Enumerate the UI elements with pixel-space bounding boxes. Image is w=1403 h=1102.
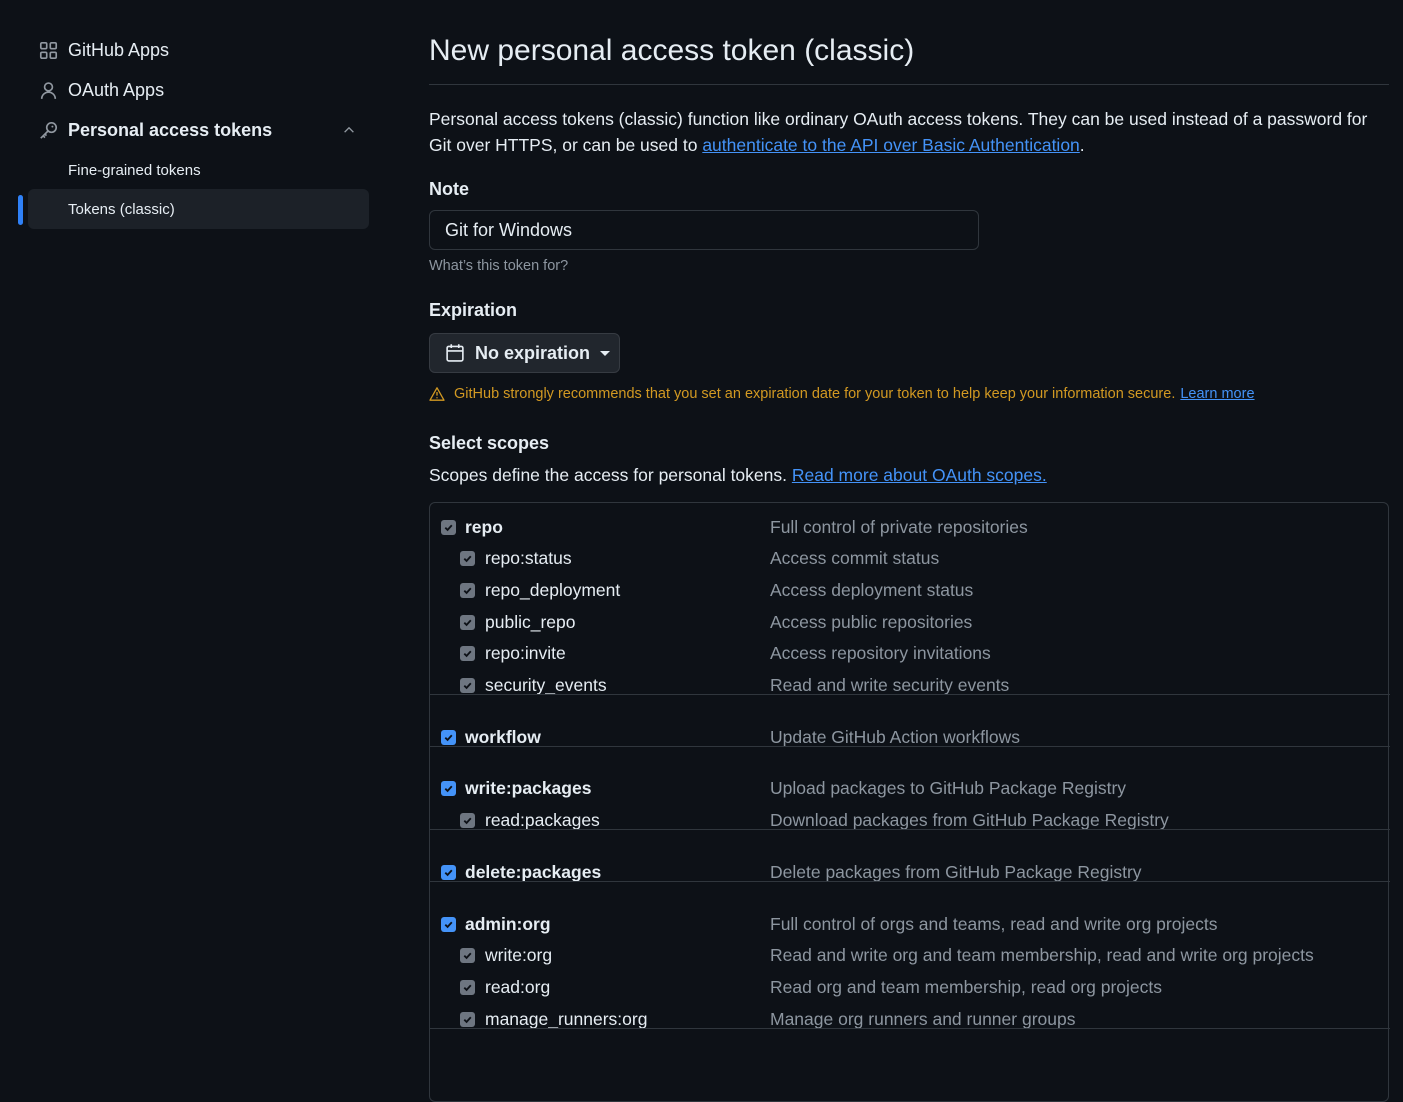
scope-name: public_repo [485, 611, 576, 632]
settings-sidebar: GitHub Apps OAuth Apps Personal access t… [0, 0, 400, 1052]
scope-name: repo:status [485, 548, 572, 569]
scope-description: Access public repositories [770, 611, 973, 632]
scope-name: write:org [485, 945, 553, 966]
scope-checkbox[interactable] [441, 781, 456, 797]
scope-name: repo_deployment [485, 579, 621, 600]
scope-name: repo [465, 516, 503, 537]
sidebar-item-label: Personal access tokens [68, 119, 273, 140]
scope-checkbox[interactable] [441, 519, 456, 535]
scope-row: read:packages Download packages from GitH… [430, 805, 1390, 837]
scope-checkbox[interactable] [460, 582, 475, 598]
title-divider [429, 84, 1389, 85]
scope-row: read:org Read org and team membership, re… [430, 971, 1390, 1003]
scope-row: repo:status Access commit status [430, 543, 1390, 575]
scope-description: Full control of private repositories [770, 516, 1028, 537]
warning-text: GitHub strongly recommends that you set … [454, 386, 1176, 402]
sidebar-item-oauth-apps[interactable]: OAuth Apps [28, 70, 369, 110]
page-title: New personal access token (classic) [429, 34, 915, 67]
scope-description: Access commit status [770, 548, 940, 569]
expiration-value: No expiration [475, 342, 591, 363]
scope-description: Access repository invitations [770, 643, 991, 664]
calendar-icon [446, 344, 464, 362]
note-input[interactable] [429, 210, 979, 250]
chevron-up-icon[interactable] [329, 123, 369, 137]
caret-down-icon [600, 350, 611, 356]
scope-checkbox[interactable] [460, 1011, 475, 1027]
expiration-label: Expiration [429, 300, 518, 320]
sidebar-item-label: GitHub Apps [68, 39, 170, 60]
sidebar-item-label: Tokens (classic) [68, 200, 175, 218]
learn-more-link[interactable]: Learn more [1180, 386, 1254, 402]
scope-name: manage_runners:org [485, 1008, 648, 1029]
scope-checkbox[interactable] [460, 813, 475, 829]
scope-checkbox[interactable] [441, 864, 456, 880]
scope-name: repo:invite [485, 643, 566, 664]
scope-checkbox[interactable] [460, 551, 475, 567]
scopes-description: Scopes define the access for personal to… [429, 465, 1047, 486]
scope-checkbox[interactable] [460, 979, 475, 995]
scope-name: read:packages [485, 810, 600, 831]
scope-description: Read and write org and team membership, … [770, 945, 1314, 966]
scope-row: write:org Read and write org and team mem… [430, 940, 1390, 972]
scope-checkbox[interactable] [441, 916, 456, 932]
scope-row: manage_runners:org Manage org runners and… [430, 1003, 1390, 1035]
scope-group-divider [430, 829, 1390, 831]
scope-name: admin:org [465, 913, 551, 934]
scope-name: delete:packages [465, 861, 602, 882]
scope-row: repo_deployment Access deployment status [430, 574, 1390, 606]
scope-checkbox[interactable] [460, 678, 475, 693]
scope-row: security_events Read and write security e… [430, 670, 1390, 702]
scope-name: workflow [465, 726, 541, 747]
scopes-desc-text: Scopes define the access for personal to… [429, 465, 792, 485]
scope-checkbox[interactable] [460, 646, 475, 662]
apps-grid-icon [28, 41, 68, 60]
scope-description: Full control of orgs and teams, read and… [770, 913, 1218, 934]
scope-description: Update GitHub Action workflows [770, 726, 1020, 747]
note-hint: What’s this token for? [429, 258, 569, 274]
scope-description: Manage org runners and runner groups [770, 1008, 1076, 1029]
scope-row: repo:invite Access repository invitations [430, 638, 1390, 670]
expiration-warning: GitHub strongly recommends that you set … [429, 386, 1255, 402]
intro-text: Personal access tokens (classic) functio… [429, 106, 1389, 158]
alert-icon [429, 387, 445, 401]
scope-name: write:packages [465, 778, 592, 799]
scope-name: security_events [485, 675, 607, 695]
sidebar-item-tokens-classic[interactable]: Tokens (classic) [28, 189, 369, 229]
scope-description: Download packages from GitHub Package Re… [770, 810, 1169, 831]
scope-row: public_repo Access public repositories [430, 606, 1390, 638]
sidebar-item-github-apps[interactable]: GitHub Apps [28, 30, 369, 70]
basic-auth-link[interactable]: authenticate to the API over Basic Authe… [702, 135, 1079, 155]
scope-row: admin:org Full control of orgs and teams,… [430, 908, 1390, 940]
select-scopes-heading: Select scopes [429, 433, 550, 453]
intro-end: . [1079, 135, 1085, 155]
scope-group-divider [430, 881, 1390, 882]
scope-checkbox[interactable] [460, 948, 475, 964]
scope-row: delete:packages Delete packages from GitH… [430, 856, 1390, 888]
scope-description: Access deployment status [770, 579, 974, 600]
scope-group-divider [430, 1027, 1390, 1029]
scope-description: Read org and team membership, read org p… [770, 976, 1163, 997]
sidebar-item-fine-grained-tokens[interactable]: Fine-grained tokens [28, 150, 369, 190]
scope-checkbox[interactable] [441, 729, 456, 745]
scope-description: Delete packages from GitHub Package Regi… [770, 861, 1142, 882]
person-icon [28, 81, 68, 100]
scope-group-divider [430, 694, 1390, 696]
scope-row: write:packages Upload packages to GitHub … [430, 773, 1390, 805]
sidebar-item-personal-access-tokens[interactable]: Personal access tokens [28, 110, 369, 150]
scope-description: Read and write security events [770, 675, 1010, 695]
scopes-table: repo Full control of private repositories… [429, 502, 1390, 1102]
oauth-scopes-link[interactable]: Read more about OAuth scopes. [792, 465, 1047, 485]
scope-description: Upload packages to GitHub Package Regist… [770, 778, 1127, 799]
key-icon [28, 121, 68, 140]
scope-row: repo Full control of private repositories [430, 511, 1390, 543]
note-label: Note [429, 179, 469, 199]
sidebar-item-label: OAuth Apps [68, 79, 165, 100]
sidebar-item-label: Fine-grained tokens [68, 161, 201, 179]
scope-row: workflow Update GitHub Action workflows [430, 721, 1390, 753]
expiration-dropdown[interactable]: No expiration [429, 333, 620, 373]
active-indicator [18, 195, 23, 225]
scope-group-divider [430, 745, 1390, 747]
scope-name: read:org [485, 976, 551, 997]
scope-checkbox[interactable] [460, 614, 475, 630]
